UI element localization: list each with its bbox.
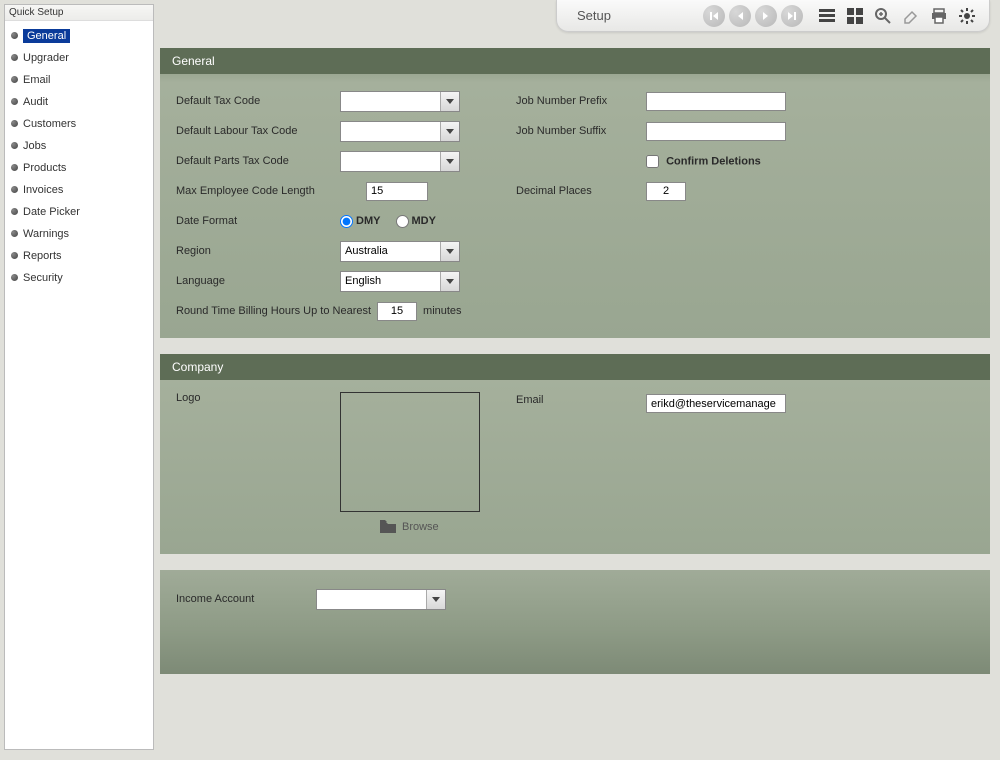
radio-label-mdy: MDY	[412, 215, 436, 227]
panel-income: Income Account	[160, 570, 990, 674]
label-region: Region	[176, 245, 340, 257]
sidebar-item-products[interactable]: Products	[5, 157, 153, 179]
sidebar-item-label: General	[23, 29, 70, 43]
sidebar: Quick Setup General Upgrader Email Audit…	[4, 4, 154, 750]
label-round-time-post: minutes	[423, 305, 462, 317]
label-date-format: Date Format	[176, 215, 340, 227]
nav-prev-button[interactable]	[729, 5, 751, 27]
sidebar-item-reports[interactable]: Reports	[5, 245, 153, 267]
select-income-account[interactable]	[316, 589, 446, 610]
checkbox-confirm-deletions[interactable]	[646, 155, 659, 168]
sidebar-item-upgrader[interactable]: Upgrader	[5, 47, 153, 69]
sidebar-item-label: Products	[23, 162, 66, 174]
sidebar-item-label: Security	[23, 272, 63, 284]
sidebar-item-general[interactable]: General	[5, 25, 153, 47]
sidebar-item-label: Upgrader	[23, 52, 69, 64]
input-job-suffix[interactable]	[646, 122, 786, 141]
select-default-labour-tax[interactable]	[340, 121, 460, 142]
input-company-email[interactable]	[646, 394, 786, 413]
panel-header-company: Company	[160, 354, 990, 380]
sidebar-item-security[interactable]: Security	[5, 267, 153, 289]
sidebar-item-label: Jobs	[23, 140, 46, 152]
label-company-email: Email	[516, 394, 646, 406]
label-default-parts-tax: Default Parts Tax Code	[176, 155, 340, 167]
checkbox-confirm-deletions-wrap: Confirm Deletions	[646, 155, 761, 168]
label-language: Language	[176, 275, 340, 287]
select-language[interactable]: English	[340, 271, 460, 292]
label-income-account: Income Account	[176, 593, 316, 605]
sidebar-item-audit[interactable]: Audit	[5, 91, 153, 113]
page-title: Setup	[565, 8, 701, 23]
browse-button[interactable]: Browse	[380, 520, 480, 534]
nav-first-button[interactable]	[703, 5, 725, 27]
panel-company: Company Logo Browse Email	[160, 354, 990, 554]
content: General Default Tax Code Job Number Pref…	[160, 48, 990, 690]
label-round-time-pre: Round Time Billing Hours Up to Nearest	[176, 305, 371, 317]
sidebar-item-warnings[interactable]: Warnings	[5, 223, 153, 245]
sidebar-item-customers[interactable]: Customers	[5, 113, 153, 135]
input-round-time[interactable]	[377, 302, 417, 321]
folder-icon	[380, 520, 396, 534]
sidebar-item-label: Reports	[23, 250, 62, 262]
grid-view-button[interactable]	[844, 5, 866, 27]
label-max-emp-code: Max Employee Code Length	[176, 185, 366, 197]
label-job-suffix: Job Number Suffix	[516, 125, 646, 137]
radio-group-date-format: DMY MDY	[340, 215, 448, 228]
label-job-prefix: Job Number Prefix	[516, 95, 646, 107]
sidebar-item-label: Invoices	[23, 184, 63, 196]
radio-dmy[interactable]	[340, 215, 353, 228]
label-logo: Logo	[176, 392, 340, 404]
label-default-tax-code: Default Tax Code	[176, 95, 340, 107]
label-default-labour-tax: Default Labour Tax Code	[176, 125, 340, 137]
panel-general: General Default Tax Code Job Number Pref…	[160, 48, 990, 338]
settings-button[interactable]	[956, 5, 978, 27]
sidebar-title: Quick Setup	[5, 5, 153, 21]
input-job-prefix[interactable]	[646, 92, 786, 111]
nav-next-button[interactable]	[755, 5, 777, 27]
sidebar-list: General Upgrader Email Audit Customers J…	[5, 21, 153, 293]
select-region[interactable]: Australia	[340, 241, 460, 262]
select-default-tax-code[interactable]	[340, 91, 460, 112]
sidebar-item-label: Customers	[23, 118, 76, 130]
topbar: Setup	[556, 0, 990, 32]
label-decimal-places: Decimal Places	[516, 185, 646, 197]
sidebar-item-label: Warnings	[23, 228, 69, 240]
radio-label-dmy: DMY	[356, 215, 380, 227]
erase-button[interactable]	[900, 5, 922, 27]
print-button[interactable]	[928, 5, 950, 27]
sidebar-item-date-picker[interactable]: Date Picker	[5, 201, 153, 223]
select-default-parts-tax[interactable]	[340, 151, 460, 172]
sidebar-item-label: Audit	[23, 96, 48, 108]
sidebar-item-label: Date Picker	[23, 206, 80, 218]
radio-mdy[interactable]	[396, 215, 409, 228]
nav-last-button[interactable]	[781, 5, 803, 27]
list-view-button[interactable]	[816, 5, 838, 27]
label-confirm-deletions: Confirm Deletions	[666, 155, 761, 167]
input-max-emp-code[interactable]	[366, 182, 428, 201]
logo-placeholder	[340, 392, 480, 512]
sidebar-item-label: Email	[23, 74, 51, 86]
sidebar-item-invoices[interactable]: Invoices	[5, 179, 153, 201]
sidebar-item-jobs[interactable]: Jobs	[5, 135, 153, 157]
browse-label: Browse	[402, 521, 439, 533]
input-decimal-places[interactable]	[646, 182, 686, 201]
panel-header-general: General	[160, 48, 990, 74]
sidebar-item-email[interactable]: Email	[5, 69, 153, 91]
zoom-button[interactable]	[872, 5, 894, 27]
